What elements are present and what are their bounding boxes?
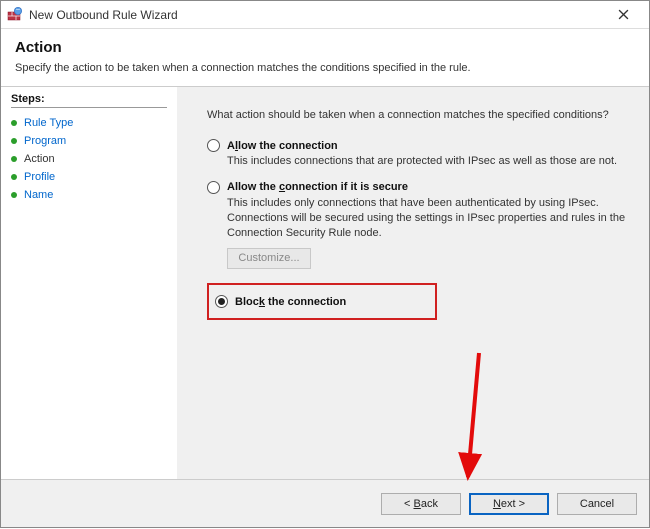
option-allow: Allow the connection This includes conne… xyxy=(207,139,629,169)
page-title: Action xyxy=(15,39,635,56)
bullet-icon xyxy=(11,138,17,144)
steps-heading: Steps: xyxy=(11,93,167,108)
radio-allow[interactable] xyxy=(207,139,220,152)
option-allow-secure-desc: This includes only connections that have… xyxy=(227,196,629,241)
bullet-icon xyxy=(11,120,17,126)
step-name[interactable]: Name xyxy=(11,186,167,204)
titlebar: New Outbound Rule Wizard xyxy=(1,1,649,29)
page-subtitle: Specify the action to be taken when a co… xyxy=(15,62,635,74)
step-rule-type[interactable]: Rule Type xyxy=(11,114,167,132)
header: Action Specify the action to be taken wh… xyxy=(1,29,649,86)
step-action[interactable]: Action xyxy=(11,150,167,168)
steps-sidebar: Steps: Rule Type Program Action Profile … xyxy=(1,87,177,479)
annotation-highlight: Block the connection xyxy=(207,283,437,320)
back-button[interactable]: < Back xyxy=(381,493,461,515)
option-allow-secure-title: Allow the connection if it is secure xyxy=(227,181,408,193)
wizard-window: New Outbound Rule Wizard Action Specify … xyxy=(0,0,650,528)
bullet-icon xyxy=(11,156,17,162)
option-block: Block the connection xyxy=(215,295,425,308)
next-button[interactable]: Next > xyxy=(469,493,549,515)
footer: < Back Next > Cancel xyxy=(1,479,649,527)
option-allow-desc: This includes connections that are prote… xyxy=(227,154,629,169)
question-text: What action should be taken when a conne… xyxy=(207,109,629,121)
option-allow-secure: Allow the connection if it is secure Thi… xyxy=(207,181,629,270)
cancel-button[interactable]: Cancel xyxy=(557,493,637,515)
step-label: Rule Type xyxy=(24,117,73,129)
firewall-icon xyxy=(7,7,23,23)
step-label: Profile xyxy=(24,171,55,183)
window-title: New Outbound Rule Wizard xyxy=(29,8,603,22)
bullet-icon xyxy=(11,174,17,180)
bullet-icon xyxy=(11,192,17,198)
step-label: Action xyxy=(24,153,55,165)
step-profile[interactable]: Profile xyxy=(11,168,167,186)
step-label: Program xyxy=(24,135,66,147)
option-block-title: Block the connection xyxy=(235,296,346,308)
step-program[interactable]: Program xyxy=(11,132,167,150)
customize-button: Customize... xyxy=(227,248,311,269)
close-button[interactable] xyxy=(603,2,643,28)
radio-block[interactable] xyxy=(215,295,228,308)
radio-allow-secure[interactable] xyxy=(207,181,220,194)
step-label: Name xyxy=(24,189,53,201)
option-allow-title: Allow the connection xyxy=(227,140,338,152)
main-panel: What action should be taken when a conne… xyxy=(177,87,649,479)
